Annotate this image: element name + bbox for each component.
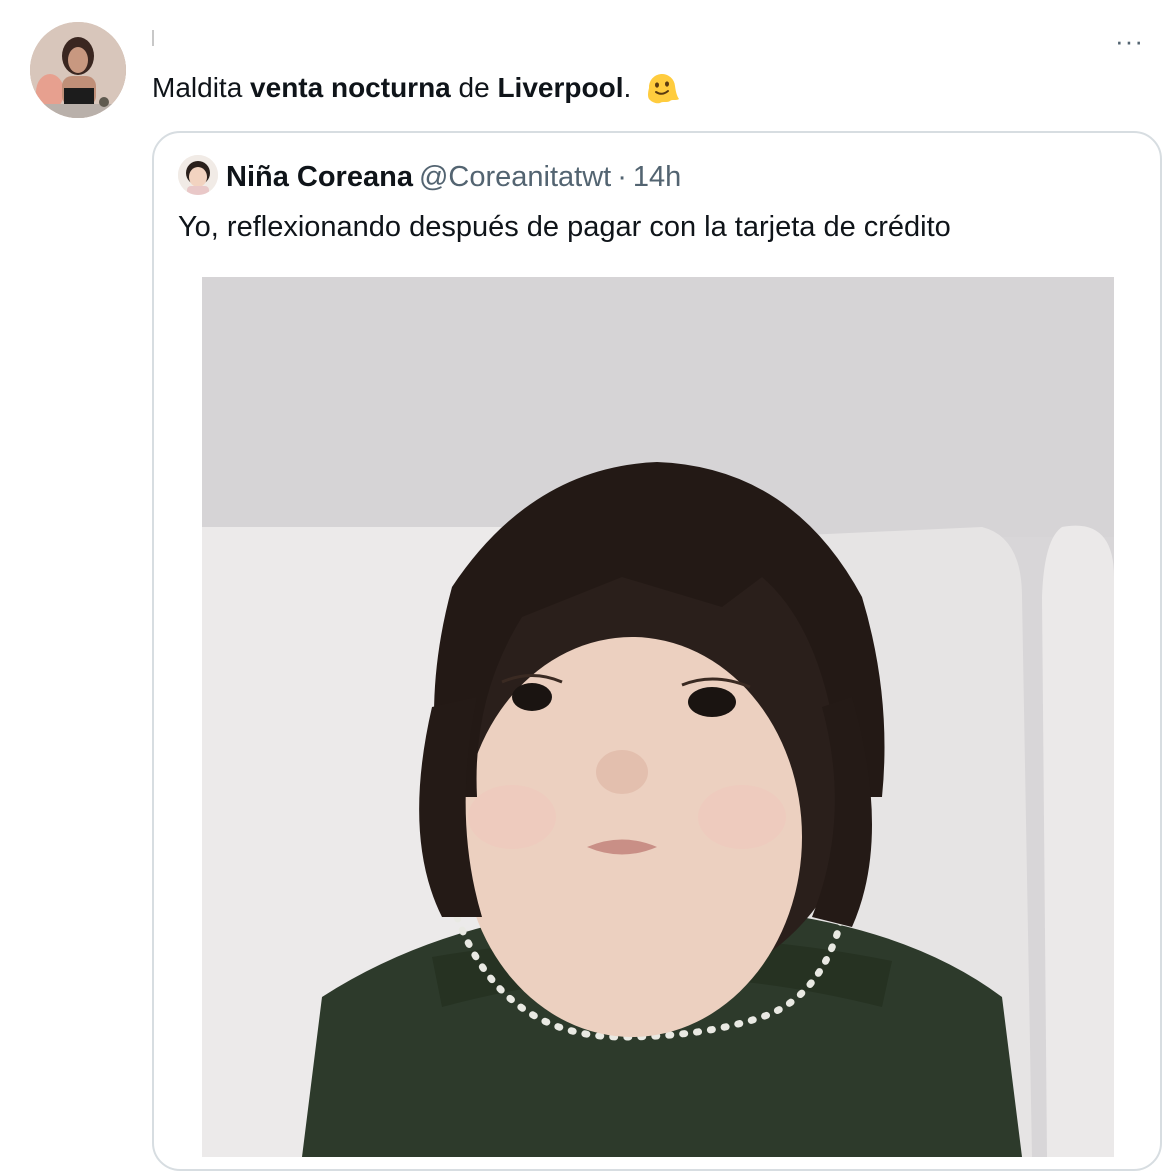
quoted-author-name[interactable]: Niña Coreana	[226, 161, 413, 193]
child-photo	[202, 277, 1114, 1157]
quoted-media-image[interactable]	[202, 277, 1114, 1157]
tweet-text-part: Maldita	[152, 72, 251, 103]
quoted-tweet[interactable]: Niña Coreana @Coreanitatwt · 14h Yo, reflex…	[152, 131, 1162, 1171]
author-avatar[interactable]	[30, 22, 126, 118]
quoted-author-avatar[interactable]	[178, 155, 218, 195]
quoted-header: Niña Coreana @Coreanitatwt · 14h	[226, 157, 681, 197]
tweet-text-part-bold[interactable]: venta nocturna	[250, 72, 451, 103]
tweet-text: Maldita venta nocturna de Liverpool.	[152, 68, 681, 107]
tweet-text-part: .	[623, 72, 632, 103]
tweet-text-part: de	[450, 72, 498, 103]
quoted-text: Yo, reflexionando después de pagar con l…	[178, 211, 951, 243]
quoted-timestamp[interactable]: 14h	[633, 161, 681, 193]
author-avatar-image	[30, 22, 126, 118]
quoted-author-handle[interactable]: @Coreanitatwt	[419, 161, 611, 193]
more-options-icon[interactable]: ···	[1115, 28, 1144, 54]
tweet-text-part-bold[interactable]: Liverpool	[497, 72, 623, 103]
header-separator: ·	[617, 161, 627, 193]
author-name-placeholder	[152, 30, 154, 46]
quoted-author-avatar-image	[178, 155, 218, 195]
melting-face-icon	[643, 68, 681, 106]
